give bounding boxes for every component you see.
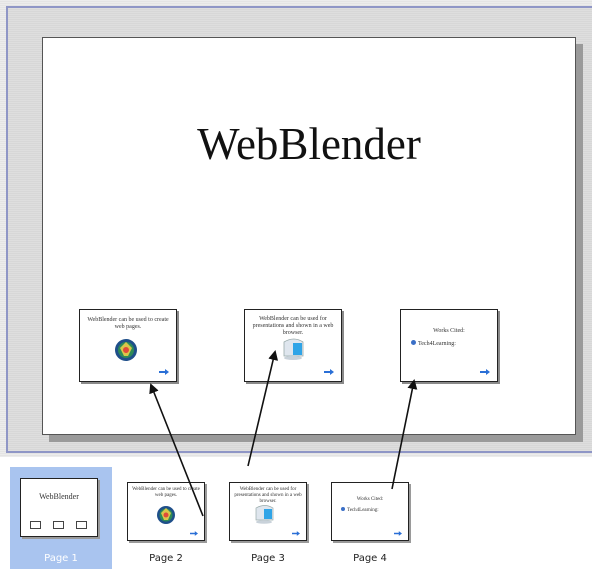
page-title[interactable]: WebBlender [43,118,575,170]
page-label-2[interactable]: Page 2 [126,553,206,564]
bullet-icon [411,340,416,345]
slide-text: Works Cited: [433,328,465,334]
cited-item: Tech4Learning: [341,507,379,513]
bullet-icon [341,507,345,511]
editor-area: WebBlender WebBlender can be used to cre… [0,0,592,457]
next-arrow-icon [292,531,300,536]
next-arrow-icon [159,369,169,375]
cited-item-text: Tech4Learning: [347,508,379,513]
next-arrow-icon [324,369,334,375]
computer-icon [255,505,274,524]
slide-text: WebBlender can be used for presentations… [252,316,334,336]
slide-link-page-4[interactable]: Works Cited: Tech4Learning: [400,309,498,382]
page-label-4[interactable]: Page 4 [330,553,410,564]
thumb-mini-slide [53,521,64,529]
next-arrow-icon [190,531,198,536]
page-thumbnail-3[interactable]: WebBlender can be used for presentations… [229,482,307,541]
globe-icon [115,339,137,361]
next-arrow-icon [480,369,490,375]
page-label-1[interactable]: Page 1 [21,553,101,564]
thumb-title: WebBlender [39,492,79,501]
next-arrow-icon [394,531,402,536]
cited-item-text: Tech4Learning: [418,341,456,347]
globe-icon [157,506,175,524]
slide-link-page-2[interactable]: WebBlender can be used to create web pag… [79,309,177,382]
thumb-text: WebBlender can be used to create web pag… [132,487,200,498]
page-thumbnail-4[interactable]: Works Cited: Tech4Learning: [331,482,409,541]
cited-item: Tech4Learning: [411,340,456,347]
slide-text: WebBlender can be used to create web pag… [87,317,169,330]
page-thumbnail-1[interactable]: WebBlender [20,478,98,537]
page-thumbnail-2[interactable]: WebBlender can be used to create web pag… [127,482,205,541]
thumb-mini-slide [76,521,87,529]
page-canvas[interactable]: WebBlender WebBlender can be used to cre… [42,37,576,435]
thumb-mini-slide [30,521,41,529]
thumb-text: Works Cited: [356,497,384,502]
computer-icon [283,338,304,360]
page-label-3[interactable]: Page 3 [228,553,308,564]
slide-link-page-3[interactable]: WebBlender can be used for presentations… [244,309,342,382]
